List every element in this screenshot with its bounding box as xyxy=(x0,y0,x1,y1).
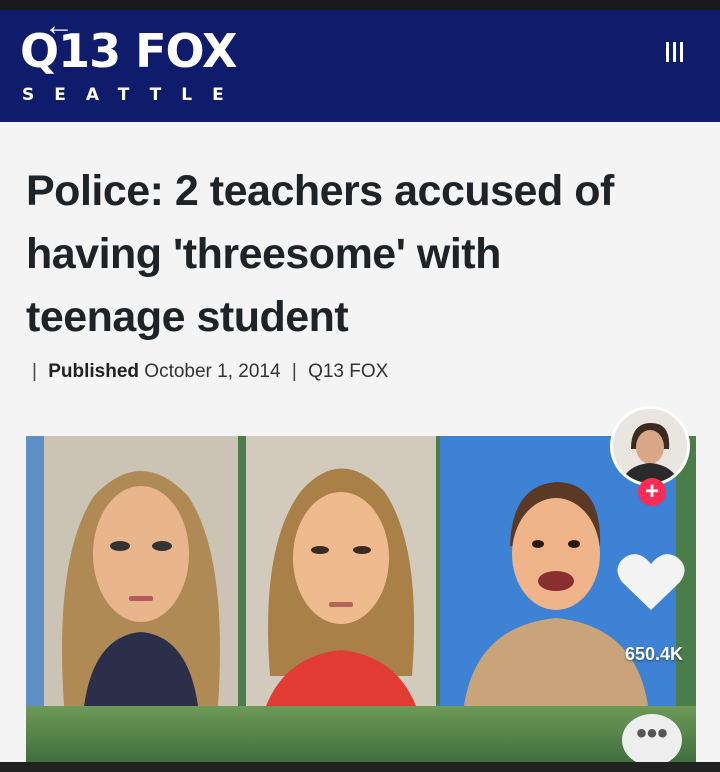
byline-divider: | xyxy=(32,361,37,382)
heart-icon[interactable] xyxy=(616,550,686,614)
published-label: Published xyxy=(48,361,140,382)
article-headline: Police: 2 teachers accused of having 'th… xyxy=(26,167,614,341)
mugshot-woman-1 xyxy=(44,436,238,706)
site-logo[interactable]: Q13 FOX xyxy=(20,24,237,78)
photo-background xyxy=(26,436,44,706)
like-count: 650.4K xyxy=(624,644,684,664)
hamburger-menu-icon[interactable] xyxy=(666,42,688,64)
article-source[interactable]: Q13 FOX xyxy=(308,361,388,382)
byline-divider: | xyxy=(291,361,297,382)
creator-avatar[interactable] xyxy=(610,406,690,486)
site-header: ← Q13 FOX SEATTLE xyxy=(0,10,720,122)
video-action-rail: + 650.4K ••• xyxy=(608,406,698,766)
more-options-button[interactable]: ••• xyxy=(622,714,682,766)
follow-plus-icon[interactable]: + xyxy=(638,478,666,506)
mugshot-woman-2 xyxy=(246,436,436,706)
published-date: October 1, 2014 xyxy=(144,361,281,382)
bottom-strip xyxy=(0,762,720,772)
site-logo-subtitle: SEATTLE xyxy=(22,85,244,105)
article-photo xyxy=(26,436,696,762)
photo-ground xyxy=(26,706,696,762)
status-strip xyxy=(0,0,720,10)
article-byline: | Published October 1, 2014 | Q13 FOX xyxy=(26,360,686,384)
